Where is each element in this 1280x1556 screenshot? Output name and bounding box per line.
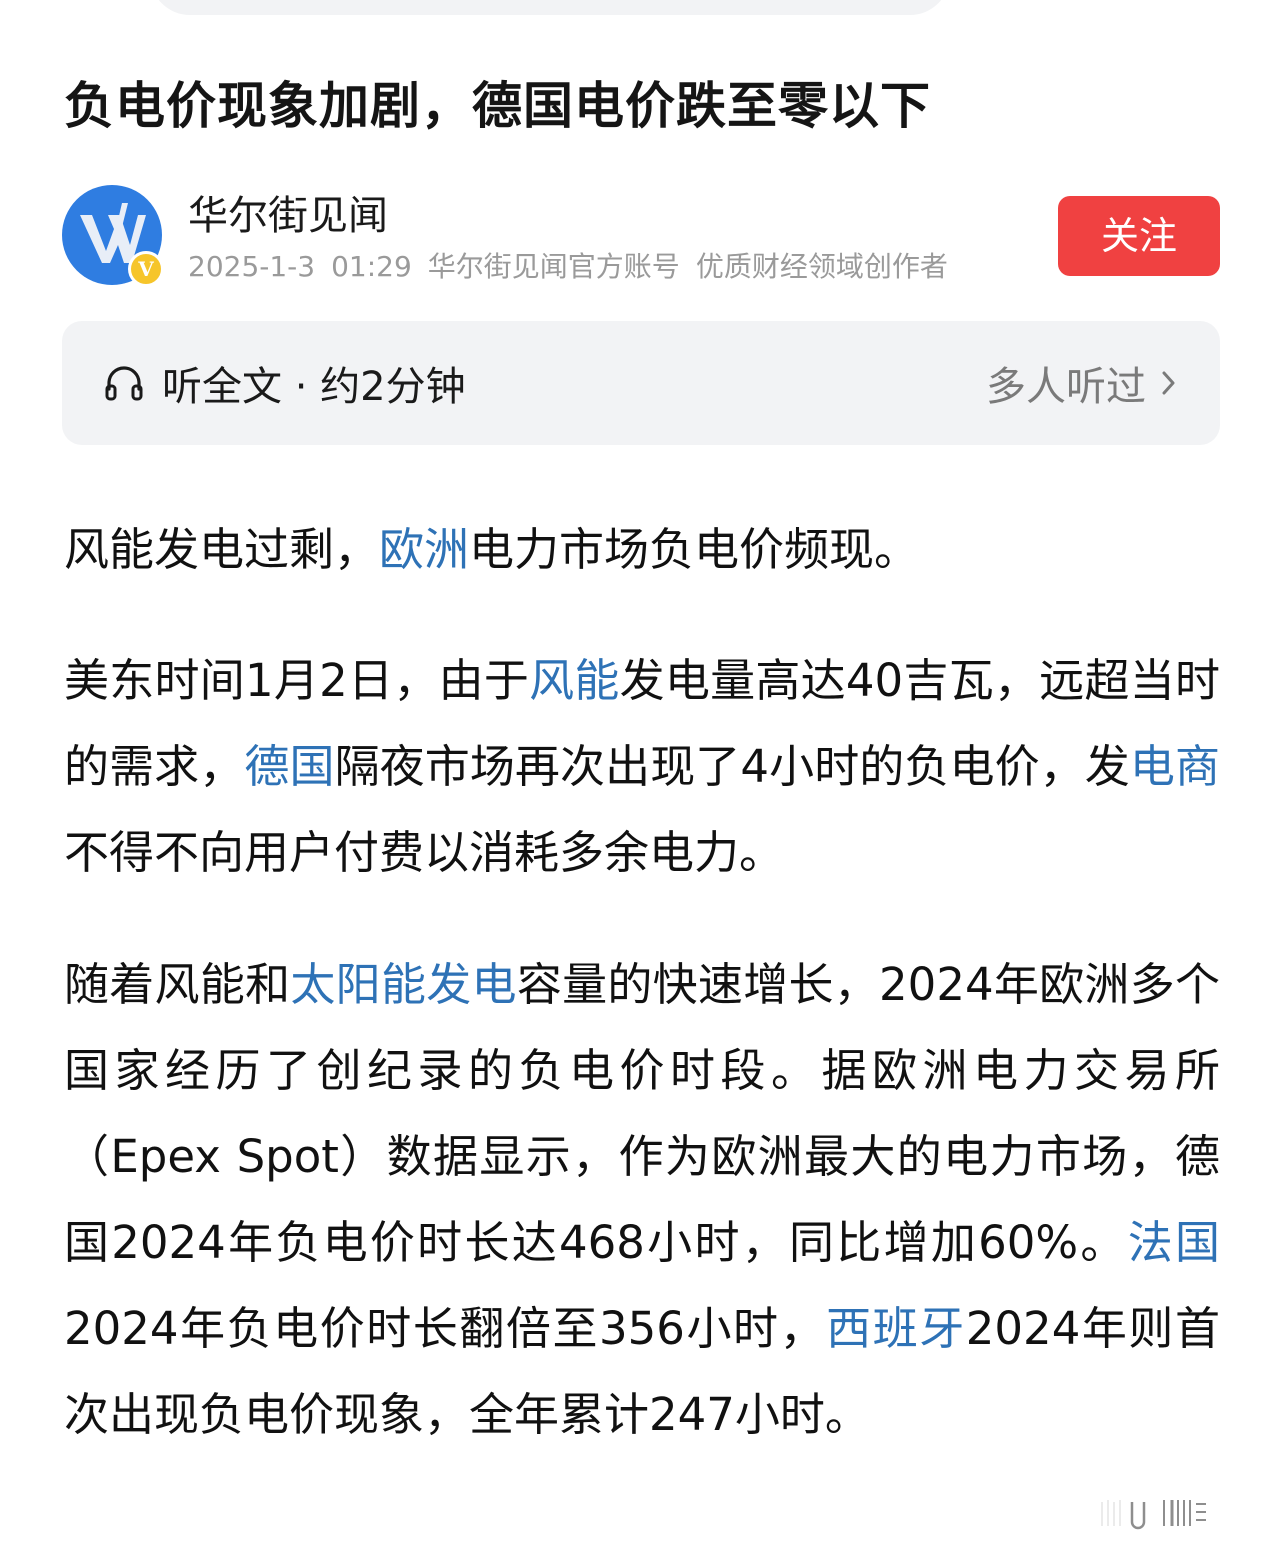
account-type: 华尔街见闻官方账号: [427, 250, 680, 283]
link-solar-power[interactable]: 太阳能发电: [290, 958, 516, 1011]
listen-count-link[interactable]: 多人听过: [986, 321, 1180, 445]
text-span: 隔夜市场再次出现了4小时的负电价，发: [334, 740, 1130, 793]
watermark-logo-icon: [1101, 1500, 1206, 1530]
text-span: 风能发电过剩，: [64, 523, 380, 576]
paragraph-2: 美东时间1月2日，由于风能发电量高达40吉瓦，远超当时的需求，德国隔夜市场再次出…: [64, 638, 1220, 896]
link-spain[interactable]: 西班牙: [826, 1302, 966, 1355]
link-power-supplier[interactable]: 电商: [1130, 740, 1220, 793]
headphone-icon: [105, 366, 143, 401]
link-wind-power[interactable]: 风能: [529, 654, 620, 707]
text-span: 2024年负电价时长翻倍至356小时，: [64, 1302, 827, 1355]
paragraph-3: 随着风能和太阳能发电容量的快速增长，2024年欧洲多个国家经历了创纪录的负电价时…: [64, 942, 1220, 1458]
author-name[interactable]: 华尔街见闻: [188, 183, 388, 241]
link-germany[interactable]: 德国: [244, 740, 334, 793]
publish-time: 01:29: [331, 250, 412, 283]
author-meta: 2025-1-3 01:29 华尔街见闻官方账号 优质财经领域创作者: [188, 245, 964, 285]
author-avatar[interactable]: V: [62, 185, 164, 287]
article-title: 负电价现象加剧，德国电价跌至零以下: [64, 77, 931, 135]
listen-full-text-bar[interactable]: 听全文 · 约2分钟 多人听过: [62, 321, 1220, 445]
link-france[interactable]: 法国: [1128, 1216, 1220, 1269]
text-span: 不得不向用户付费以消耗多余电力。: [64, 826, 785, 879]
text-span: 美东时间1月2日，由于: [64, 654, 530, 707]
publish-date: 2025-1-3: [188, 250, 316, 283]
text-span: 电力市场负电价频现。: [469, 523, 920, 576]
author-row: V 华尔街见闻 2025-1-3 01:29 华尔街见闻官方账号 优质财经领域创作者 …: [62, 183, 1220, 287]
listen-label: 听全文 · 约2分钟: [162, 364, 466, 410]
article-body: 风能发电过剩，欧洲电力市场负电价频现。 美东时间1月2日，由于风能发电量高达40…: [64, 512, 1220, 1504]
creator-tag: 优质财经领域创作者: [695, 250, 948, 283]
text-span: 随着风能和: [64, 958, 291, 1011]
follow-button[interactable]: 关注: [1058, 196, 1220, 276]
verified-badge-icon: V: [128, 251, 164, 287]
top-search-bar-remnant: [150, 0, 950, 15]
listen-count-label: 多人听过: [986, 364, 1146, 410]
listen-left: 听全文 · 约2分钟: [102, 321, 466, 445]
paragraph-1: 风能发电过剩，欧洲电力市场负电价频现。: [64, 512, 1220, 588]
link-europe[interactable]: 欧洲: [379, 523, 469, 576]
chevron-right-icon: [1162, 371, 1175, 395]
